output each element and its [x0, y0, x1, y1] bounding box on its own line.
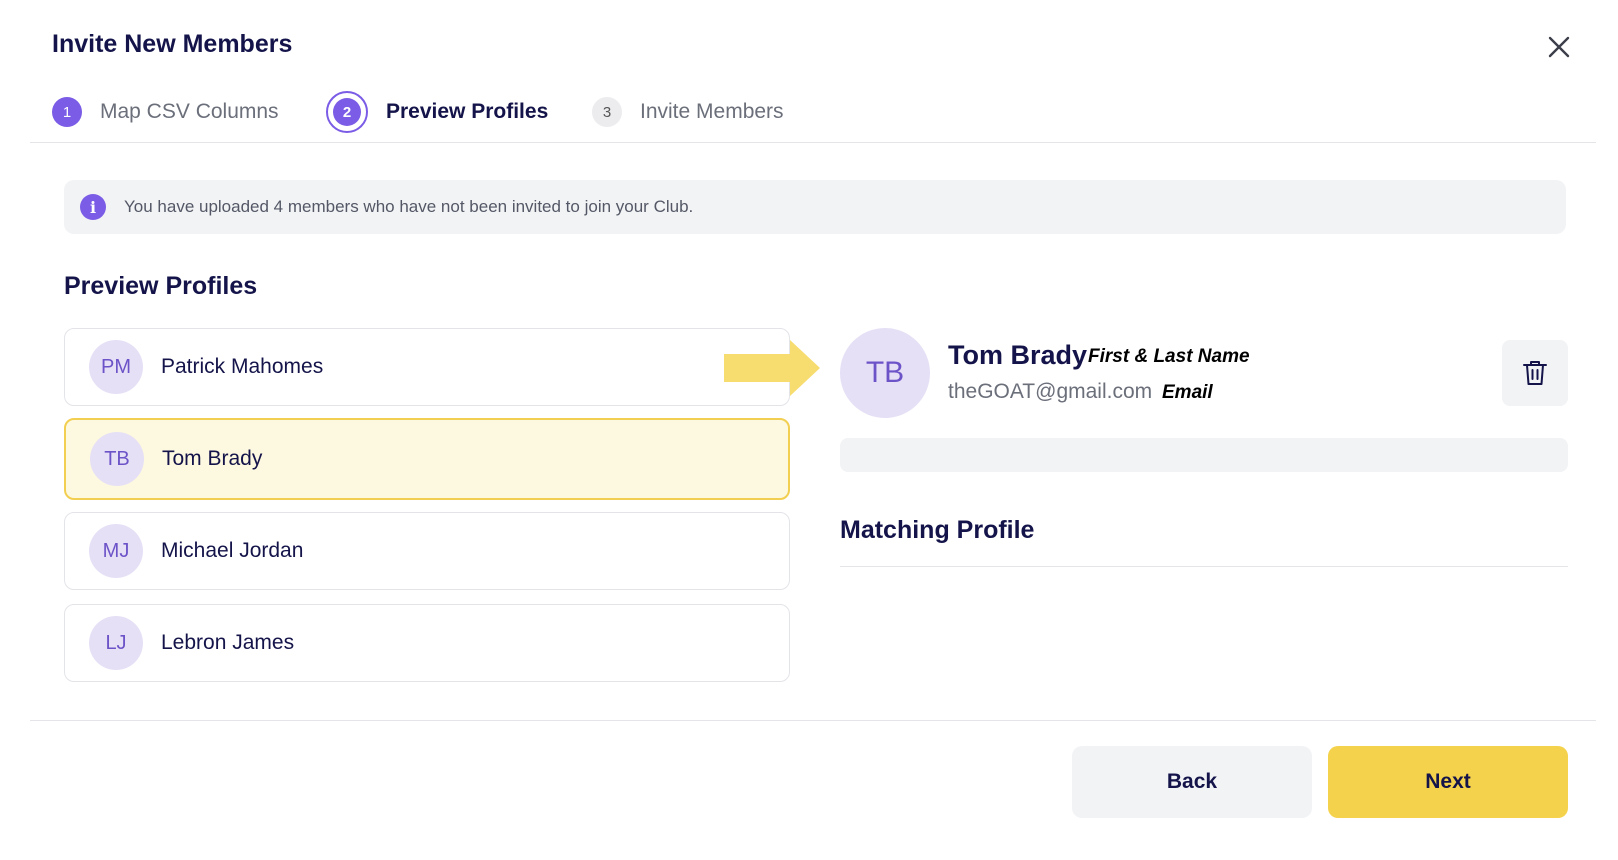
detail-email: theGOAT@gmail.com	[948, 380, 1153, 403]
annotation-arrow-icon	[724, 340, 820, 396]
profile-name: Michael Jordan	[161, 539, 304, 562]
profile-list: PM Patrick Mahomes TB Tom Brady MJ Micha…	[64, 328, 790, 696]
step-2-label: Preview Profiles	[386, 100, 549, 123]
delete-button[interactable]	[1502, 340, 1568, 406]
stepper: 1 Map CSV Columns 2 Preview Profiles 3 I…	[52, 91, 852, 133]
profile-name: Patrick Mahomes	[161, 355, 324, 378]
step-1-label: Map CSV Columns	[100, 100, 279, 123]
modal-title: Invite New Members	[52, 30, 293, 58]
info-banner: i You have uploaded 4 members who have n…	[64, 180, 1566, 234]
profile-detail-bar	[840, 438, 1568, 472]
footer-divider	[30, 720, 1596, 721]
step-1-badge: 1	[52, 97, 82, 127]
name-annotation: First & Last Name	[1088, 346, 1250, 367]
step-3-label: Invite Members	[640, 100, 784, 123]
profile-name: Tom Brady	[162, 447, 263, 470]
trash-icon	[1523, 361, 1547, 385]
profile-row-michael-jordan[interactable]: MJ Michael Jordan	[64, 512, 790, 590]
profile-row-patrick-mahomes[interactable]: PM Patrick Mahomes	[64, 328, 790, 406]
detail-name: Tom Brady	[948, 340, 1088, 370]
matching-profile-title: Matching Profile	[840, 516, 1035, 544]
info-icon: i	[80, 194, 106, 220]
step-3-badge: 3	[592, 97, 622, 127]
next-button[interactable]: Next	[1328, 746, 1568, 818]
preview-profiles-title: Preview Profiles	[64, 272, 258, 300]
email-annotation: Email	[1162, 382, 1213, 403]
detail-avatar: TB	[840, 328, 930, 418]
step-2-badge: 2	[326, 91, 368, 133]
back-button[interactable]: Back	[1072, 746, 1312, 818]
header-divider	[30, 142, 1596, 143]
info-banner-text: You have uploaded 4 members who have not…	[124, 197, 694, 216]
step-preview-profiles[interactable]: 2 Preview Profiles	[326, 91, 549, 133]
step-invite-members[interactable]: 3 Invite Members	[592, 92, 784, 132]
profile-row-lebron-james[interactable]: LJ Lebron James	[64, 604, 790, 682]
avatar: MJ	[89, 524, 143, 578]
matching-profile-divider	[840, 566, 1568, 567]
profile-name: Lebron James	[161, 631, 295, 654]
close-icon[interactable]	[1544, 32, 1574, 62]
step-map-csv-columns[interactable]: 1 Map CSV Columns	[52, 92, 279, 132]
profile-row-tom-brady[interactable]: TB Tom Brady	[64, 418, 790, 500]
avatar: PM	[89, 340, 143, 394]
avatar: LJ	[89, 616, 143, 670]
avatar: TB	[90, 432, 144, 486]
